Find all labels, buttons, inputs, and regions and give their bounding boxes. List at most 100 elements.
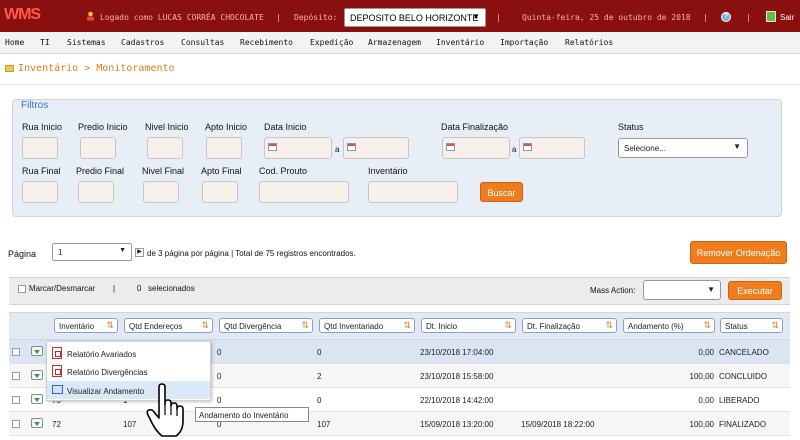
data-inicio-to-input[interactable] xyxy=(343,137,409,159)
pdf-icon xyxy=(52,347,62,359)
range-separator: a xyxy=(512,145,517,154)
cell-inventario: 72 xyxy=(52,420,61,429)
sort-icon: ⇅ xyxy=(504,320,512,330)
mass-action-select[interactable]: ▼ xyxy=(643,280,721,300)
sort-icon: ⇅ xyxy=(301,320,309,330)
selected-count: 0 xyxy=(137,284,142,293)
rua-inicio-input[interactable] xyxy=(22,137,58,159)
data-finalizacao-from-input[interactable] xyxy=(442,137,510,159)
apto-inicio-input[interactable] xyxy=(206,137,242,159)
predio-inicio-input[interactable] xyxy=(80,137,116,159)
row-checkbox[interactable] xyxy=(12,348,20,356)
buscar-button[interactable]: Buscar xyxy=(480,182,523,202)
calendar-icon[interactable] xyxy=(268,143,277,151)
menu-item-inventario[interactable]: Inventário xyxy=(436,38,484,47)
window-icon xyxy=(52,385,63,394)
calendar-icon[interactable] xyxy=(446,143,455,151)
user-icon xyxy=(87,11,94,21)
cell-status: CANCELADO xyxy=(719,348,769,357)
menu-item-importacao[interactable]: Importação xyxy=(500,38,548,47)
remover-ordenacao-button[interactable]: Remover Ordenação xyxy=(690,241,787,264)
rua-final-label: Rua Final xyxy=(22,166,61,176)
column-label: Andamento (%) xyxy=(628,322,684,331)
main-menu: Home TI Sistemas Cadastros Consultas Rec… xyxy=(0,32,800,54)
column-inventario[interactable]: Inventário ⇅ xyxy=(54,318,118,333)
next-page-button[interactable]: ▶ xyxy=(135,248,144,257)
app-logo: WMS xyxy=(4,6,41,23)
menu-item-cadastros[interactable]: Cadastros xyxy=(121,38,164,47)
folder-icon xyxy=(5,65,14,72)
data-finalizacao-to-input[interactable] xyxy=(519,137,585,159)
cell-status: LIBERADO xyxy=(719,396,760,405)
column-label: Status xyxy=(725,322,748,331)
calendar-icon[interactable] xyxy=(347,143,356,151)
menu-item-recebimento[interactable]: Recebimento xyxy=(240,38,293,47)
column-label: Inventário xyxy=(59,322,95,331)
menu-item-ti[interactable]: TI xyxy=(40,38,50,47)
breadcrumb: Inventário > Monitoramento xyxy=(0,62,800,76)
menu-item-expedicao[interactable]: Expedição xyxy=(310,38,353,47)
menu-item-consultas[interactable]: Consultas xyxy=(181,38,224,47)
predio-final-input[interactable] xyxy=(78,181,114,203)
column-label: Dt. Finalização xyxy=(527,322,580,331)
page-select[interactable]: 1 ▼ xyxy=(52,243,132,261)
page-value: 1 xyxy=(58,248,63,257)
rua-final-input[interactable] xyxy=(22,181,58,203)
row-checkbox[interactable] xyxy=(12,396,20,404)
column-qtd-enderecos[interactable]: Qtd Endereços ⇅ xyxy=(124,318,213,333)
apto-final-input[interactable] xyxy=(202,181,238,203)
row-actions-button[interactable] xyxy=(31,394,43,404)
column-dt-inicio[interactable]: Dt. Inicio ⇅ xyxy=(421,318,516,333)
sort-icon: ⇅ xyxy=(771,320,779,330)
menu-item-relatorio-divergencias[interactable]: Relatório Divergências xyxy=(47,362,210,380)
chevron-down-icon: ▼ xyxy=(707,285,715,294)
separator: | xyxy=(496,13,501,22)
row-checkbox[interactable] xyxy=(12,420,20,428)
cell-inventariado: 107 xyxy=(317,420,331,429)
cod-produto-input[interactable] xyxy=(259,181,349,203)
column-label: Qtd Inventariado xyxy=(324,322,384,331)
menu-item-sistemas[interactable]: Sistemas xyxy=(67,38,106,47)
apto-final-label: Apto Final xyxy=(201,166,242,176)
select-all-label[interactable]: Marcar/Desmarcar xyxy=(29,284,95,293)
menu-item-relatorio-avariados[interactable]: Relatório Avariados xyxy=(47,344,210,362)
deposit-select[interactable]: DEPOSITO BELO HORIZONTE ▼ xyxy=(344,8,486,27)
row-actions-button[interactable] xyxy=(31,418,43,428)
cell-dt-inicio: 15/09/2018 13:20:00 xyxy=(420,420,494,429)
cell-andamento: 0,00 xyxy=(698,348,714,357)
menu-item-armazenagem[interactable]: Armazenagem xyxy=(368,38,421,47)
row-actions-button[interactable] xyxy=(31,346,43,356)
tooltip: Andamento do Inventário xyxy=(195,407,309,422)
deposit-label: Depósito: xyxy=(294,13,338,22)
selected-label: selecionados xyxy=(148,284,195,293)
exit-icon[interactable] xyxy=(766,11,776,22)
menu-item-home[interactable]: Home xyxy=(5,38,24,47)
status-select[interactable]: Selecione... ▼ xyxy=(618,138,748,158)
data-inicio-label: Data Inicio xyxy=(264,122,307,132)
column-qtd-divergencia[interactable]: Qtd Divergência ⇅ xyxy=(219,318,313,333)
calendar-icon[interactable] xyxy=(523,143,532,151)
cell-divergencia: 0 xyxy=(217,348,222,357)
cell-dt-inicio: 23/10/2018 15:58:00 xyxy=(420,372,494,381)
help-icon[interactable]: ? xyxy=(721,12,731,22)
cell-dt-inicio: 23/10/2018 17:04:00 xyxy=(420,348,494,357)
column-dt-finalizacao[interactable]: Dt. Finalização ⇅ xyxy=(522,318,617,333)
data-inicio-from-input[interactable] xyxy=(264,137,332,159)
predio-inicio-label: Predio Inicio xyxy=(78,122,128,132)
cell-status: CONCLUIDO xyxy=(719,372,768,381)
exit-link[interactable]: Sair xyxy=(780,13,794,22)
column-qtd-inventariado[interactable]: Qtd Inventariado ⇅ xyxy=(319,318,415,333)
menu-item-relatorios[interactable]: Relatórios xyxy=(565,38,613,47)
nivel-inicio-label: Nivel Inicio xyxy=(145,122,189,132)
executar-button[interactable]: Executar xyxy=(728,281,782,300)
nivel-final-input[interactable] xyxy=(143,181,179,203)
chevron-down-icon: ▼ xyxy=(733,142,741,151)
column-andamento[interactable]: Andamento (%) ⇅ xyxy=(623,318,715,333)
inventario-input[interactable] xyxy=(368,181,458,203)
select-all-checkbox[interactable] xyxy=(18,285,26,293)
row-actions-button[interactable] xyxy=(31,370,43,380)
menu-item-label: Visualizar Andamento xyxy=(67,387,145,396)
row-checkbox[interactable] xyxy=(12,372,20,380)
nivel-inicio-input[interactable] xyxy=(147,137,183,159)
column-status[interactable]: Status ⇅ xyxy=(720,318,783,333)
